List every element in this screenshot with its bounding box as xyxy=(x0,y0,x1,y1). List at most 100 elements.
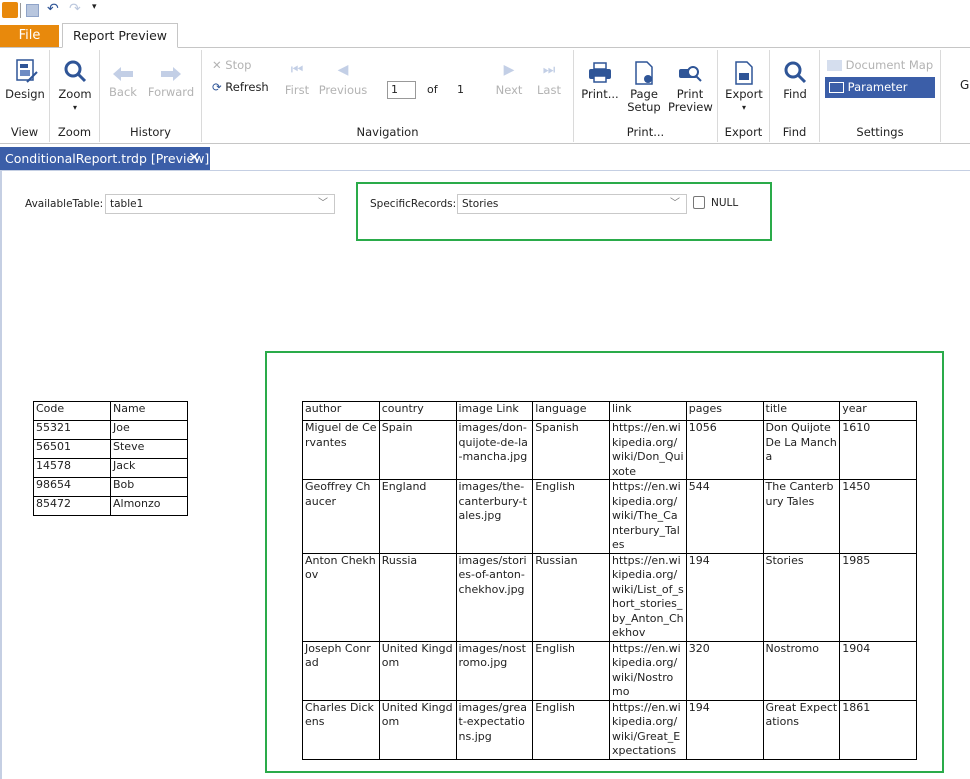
customize-icon[interactable]: ▾ xyxy=(92,2,97,12)
close-icon[interactable]: ✕ xyxy=(188,147,200,170)
table-cell: https://en.wikipedia.org/wiki/Nostromo xyxy=(609,640,687,701)
table-cell: Miguel de Cervantes xyxy=(302,420,380,480)
table-cell: Bob xyxy=(110,477,188,497)
app-icon xyxy=(2,2,18,18)
table-cell: Charles Dickens xyxy=(302,699,380,760)
column-header: Name xyxy=(110,401,188,421)
table-cell: images/nostromo.jpg xyxy=(455,640,534,701)
table-cell: 98654 xyxy=(33,477,111,497)
table-header-row: Code Name xyxy=(33,401,188,421)
design-button[interactable]: Design xyxy=(4,56,46,101)
table-row: 56501 Steve xyxy=(33,439,188,459)
first-page-icon: ⏮ xyxy=(290,62,304,78)
table-cell: Stories xyxy=(762,552,841,642)
zoom-button[interactable]: Zoom ▾ xyxy=(54,58,96,114)
refresh-button[interactable]: ⟳ Refresh xyxy=(212,80,269,94)
specific-records-label: SpecificRecords: xyxy=(370,198,457,210)
save-icon[interactable] xyxy=(26,4,39,17)
find-label: Find xyxy=(783,87,807,101)
print-preview-button[interactable]: Print Preview xyxy=(668,60,713,114)
table-cell: Jack xyxy=(110,458,188,478)
back-label: Back xyxy=(109,85,137,99)
document-map-button[interactable]: Document Map xyxy=(827,58,933,72)
column-header: Code xyxy=(33,401,111,421)
table-cell: 14578 xyxy=(33,458,111,478)
table-row: Charles Dickens United Kingdom images/grea… xyxy=(302,699,917,760)
refresh-icon: ⟳ xyxy=(212,80,222,94)
next-button[interactable]: ▶ Next xyxy=(492,63,526,97)
column-header: title xyxy=(762,401,841,421)
first-button[interactable]: ⏮ First xyxy=(282,62,312,97)
zoom-icon xyxy=(64,60,87,83)
group-label-settings: Settings xyxy=(856,125,904,139)
table-cell: Joe xyxy=(110,420,188,440)
of-label: of xyxy=(427,83,438,96)
table-cell: 85472 xyxy=(33,496,111,516)
tab-file[interactable]: File xyxy=(0,25,59,47)
table-cell: https://en.wikipedia.org/wiki/The_Canter… xyxy=(609,479,687,554)
table-cell: 1985 xyxy=(839,552,917,642)
column-header: year xyxy=(839,401,917,421)
table-cell: Spain xyxy=(378,420,457,480)
zoom-label: Zoom xyxy=(58,87,92,101)
table-row: Miguel de Cervantes Spain images/don-quijo… xyxy=(302,420,917,480)
undo-icon[interactable]: ↶ xyxy=(47,1,59,17)
table-cell: Steve xyxy=(110,439,188,459)
null-checkbox[interactable] xyxy=(693,196,705,209)
export-button[interactable]: Export ▾ xyxy=(722,60,766,114)
design-icon xyxy=(16,59,38,83)
last-label: Last xyxy=(537,83,561,97)
available-table-select[interactable]: table1 ﹀ xyxy=(105,194,335,214)
table-cell: The Canterbury Tales xyxy=(762,479,841,554)
document-tab[interactable]: ConditionalReport.trdp [Preview] ✕ xyxy=(0,147,210,170)
forward-button[interactable]: Forward xyxy=(146,64,196,99)
print-preview-icon xyxy=(679,66,702,82)
group-label-export: Export xyxy=(724,125,763,139)
group-label-view: View xyxy=(10,125,39,139)
find-icon xyxy=(784,61,807,84)
table-row: Joseph Conrad United Kingdom images/nostro… xyxy=(302,640,917,701)
group-history: Back Forward History xyxy=(100,50,202,142)
table-cell: Almonzo xyxy=(110,496,188,516)
back-button[interactable]: Back xyxy=(106,64,140,99)
tab-report-preview[interactable]: Report Preview xyxy=(62,23,178,48)
document-tab-title: ConditionalReport.trdp [Preview] xyxy=(5,151,210,166)
specific-records-select[interactable]: Stories ﹀ xyxy=(457,194,687,214)
print-preview-label-1: Print xyxy=(676,87,704,101)
null-label: NULL xyxy=(711,197,739,209)
page-number-input[interactable]: 1 xyxy=(387,81,416,99)
design-label: Design xyxy=(5,87,45,101)
parameter-area-icon xyxy=(829,82,844,93)
page-setup-button[interactable]: Page Setup xyxy=(624,60,664,114)
printer-icon xyxy=(589,62,611,83)
table-row: Geoffrey Chaucer England images/the-canter… xyxy=(302,479,917,554)
table-cell: Nostromo xyxy=(762,640,841,701)
table-cell: 194 xyxy=(685,699,764,760)
group-zoom: Zoom ▾ Zoom xyxy=(50,50,100,142)
ribbon: Design View Zoom ▾ Zoom Back Forward Hist… xyxy=(0,48,970,144)
page-setup-label-2: Setup xyxy=(627,100,661,114)
table-cell: https://en.wikipedia.org/wiki/List_of_sh… xyxy=(609,552,687,642)
ribbon-overflow-button[interactable]: G xyxy=(960,78,969,92)
parameter-area-button[interactable]: Parameter Area xyxy=(825,77,935,115)
previous-button[interactable]: ◀ Previous xyxy=(318,62,368,97)
previous-icon: ◀ xyxy=(337,62,349,78)
find-button[interactable]: Find xyxy=(774,60,816,101)
table-cell: 320 xyxy=(685,640,764,701)
table-row: 14578 Jack xyxy=(33,458,188,478)
last-page-icon: ⏭ xyxy=(542,62,556,78)
stop-icon: ✕ xyxy=(212,58,222,72)
table-cell: English xyxy=(532,640,610,701)
stop-button[interactable]: ✕ Stop xyxy=(212,58,251,72)
print-button[interactable]: Print... xyxy=(580,60,620,101)
redo-icon[interactable]: ↷ xyxy=(69,1,81,17)
arrow-right-icon xyxy=(161,67,181,81)
document-map-label: Document Map xyxy=(845,58,934,72)
available-table-label: AvailableTable: xyxy=(25,198,104,210)
table-cell: https://en.wikipedia.org/wiki/Don_Quixot… xyxy=(609,420,687,480)
page-setup-icon xyxy=(635,61,653,85)
table-cell: 1450 xyxy=(839,479,917,554)
column-header: pages xyxy=(685,401,764,421)
group-navigation: ✕ Stop ⟳ Refresh ⏮ First ◀ Previous 1 of 1… xyxy=(202,50,574,142)
last-button[interactable]: ⏭ Last xyxy=(534,62,564,97)
